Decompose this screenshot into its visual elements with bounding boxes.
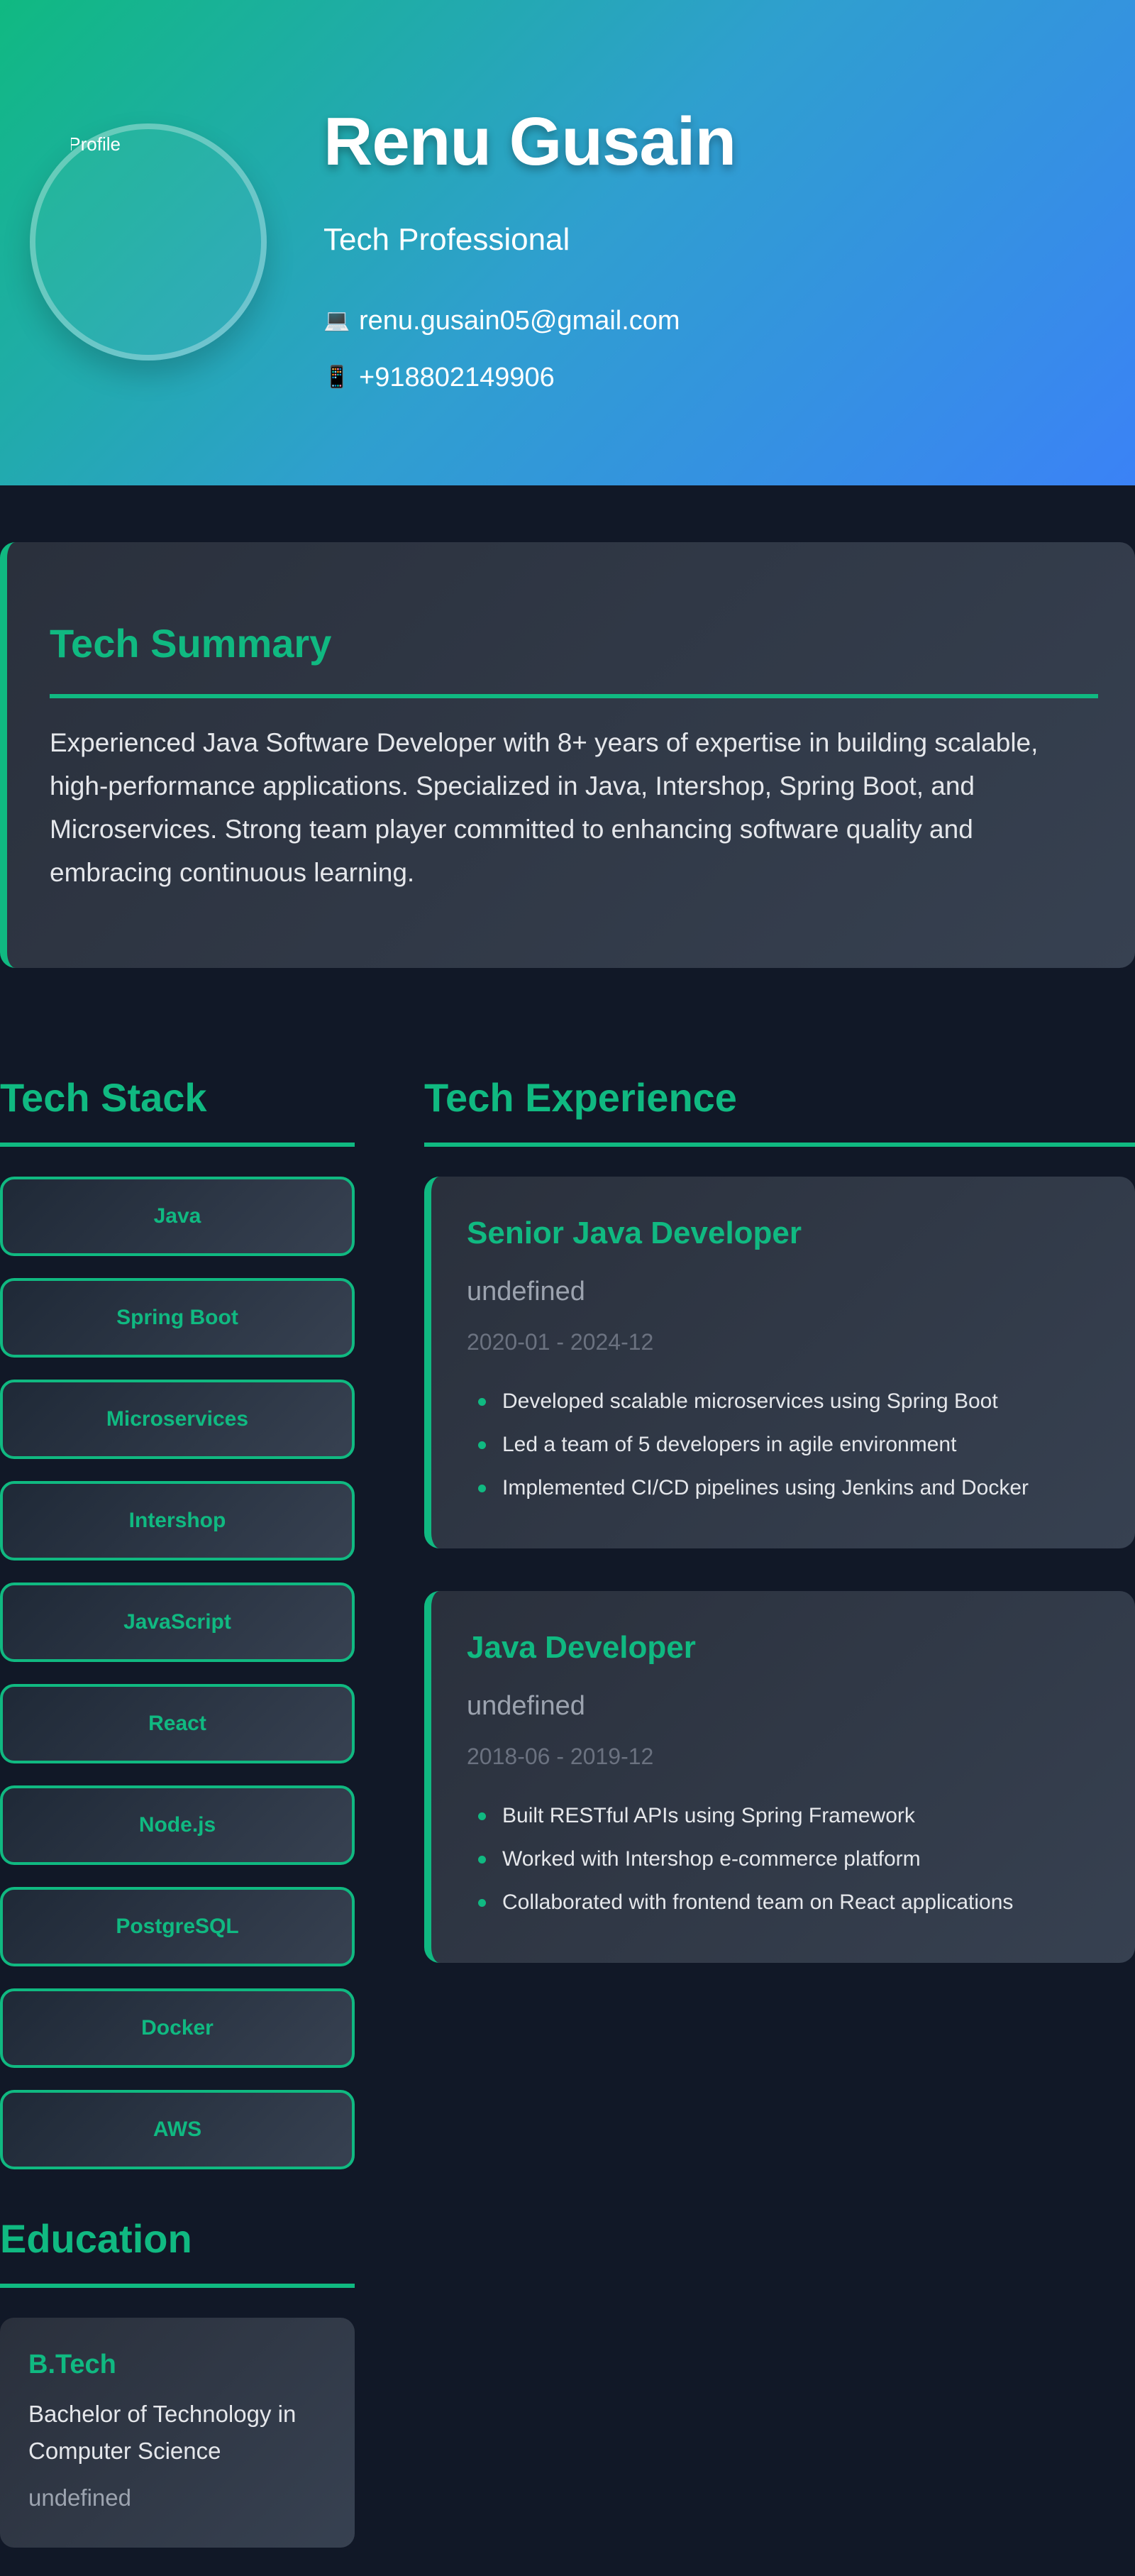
phone-text[interactable]: +918802149906 (359, 360, 555, 395)
education-divider (0, 2284, 355, 2288)
job-dates: 2020-01 - 2024-12 (467, 1329, 654, 1355)
job-title: Senior Java Developer (467, 1216, 802, 1250)
contact-email[interactable]: 💻 renu.gusain05@gmail.com (323, 304, 680, 338)
edu-degree: B.Tech (28, 2350, 116, 2379)
skill-item: AWS (0, 2090, 355, 2169)
skill-item: React (0, 1684, 355, 1763)
profile-name: Renu Gusain (323, 104, 736, 180)
laptop-icon: 💻 (323, 309, 350, 332)
skill-item: Spring Boot (0, 1278, 355, 1358)
phone-icon: 📱 (323, 365, 350, 389)
experience-card: Java Developer undefined 2018-06 - 2019-… (424, 1591, 1135, 1963)
summary-divider (50, 694, 1098, 698)
resume-page: Profile Renu Gusain Tech Professional 💻 … (0, 0, 1135, 2576)
achievement-item: Led a team of 5 developers in agile envi… (467, 1423, 1029, 1466)
profile-header: Profile Renu Gusain Tech Professional 💻 … (0, 0, 1135, 485)
experience-title: Tech Experience (424, 1075, 737, 1120)
job-dates: 2018-06 - 2019-12 (467, 1744, 654, 1769)
skill-item: Docker (0, 1988, 355, 2068)
skill-item: Intershop (0, 1481, 355, 1561)
job-achievements: Developed scalable microservices using S… (467, 1380, 1029, 1509)
achievement-item: Developed scalable microservices using S… (467, 1380, 1029, 1423)
achievement-item: Built RESTful APIs using Spring Framewor… (467, 1794, 1013, 1837)
experience-divider (424, 1143, 1135, 1147)
skill-item: Microservices (0, 1380, 355, 1459)
skill-item: Node.js (0, 1785, 355, 1865)
profile-role: Tech Professional (323, 222, 570, 257)
edu-field: Bachelor of Technology in Computer Scien… (28, 2401, 297, 2464)
achievement-item: Collaborated with frontend team on React… (467, 1881, 1013, 1924)
education-card: B.Tech Bachelor of Technology in Compute… (0, 2318, 355, 2548)
email-text[interactable]: renu.gusain05@gmail.com (359, 304, 680, 338)
avatar-alt-text: Profile (71, 133, 121, 155)
achievement-item: Implemented CI/CD pipelines using Jenkin… (467, 1466, 1029, 1509)
skill-item: PostgreSQL (0, 1887, 355, 1966)
skills-divider (0, 1143, 355, 1147)
skills-title: Tech Stack (0, 1075, 207, 1120)
summary-text: Experienced Java Software Developer with… (50, 728, 1039, 887)
summary-title: Tech Summary (50, 621, 332, 666)
skill-item: JavaScript (0, 1583, 355, 1662)
experience-card: Senior Java Developer undefined 2020-01 … (424, 1177, 1135, 1548)
summary-card: Tech Summary Experienced Java Software D… (0, 542, 1135, 968)
skill-item: Java (0, 1177, 355, 1256)
achievement-item: Worked with Intershop e-commerce platfor… (467, 1837, 1013, 1881)
contact-phone[interactable]: 📱 +918802149906 (323, 360, 555, 395)
job-company: undefined (467, 1277, 585, 1306)
job-achievements: Built RESTful APIs using Spring Framewor… (467, 1794, 1013, 1924)
edu-school: undefined (28, 2484, 131, 2511)
education-title: Education (0, 2216, 192, 2261)
job-company: undefined (467, 1691, 585, 1721)
job-title: Java Developer (467, 1630, 696, 1665)
profile-avatar (30, 123, 267, 360)
